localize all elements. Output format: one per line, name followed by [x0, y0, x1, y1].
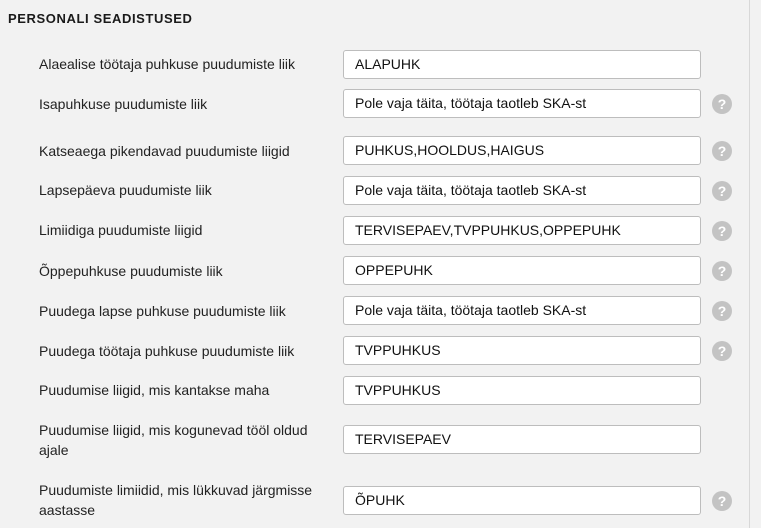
- help-icon[interactable]: ?: [712, 181, 732, 201]
- section-title: PERSONALI SEADISTUSED: [8, 11, 193, 26]
- help-icon[interactable]: ?: [712, 341, 732, 361]
- setting-label: Puudumiste limiidid, mis lükkuvad järgmi…: [39, 482, 313, 518]
- setting-label: Puudega lapse puhkuse puudumiste liik: [39, 303, 286, 319]
- settings-panel: PERSONALI SEADISTUSED Alaealise töötaja …: [0, 0, 745, 528]
- panel-divider: [749, 0, 750, 528]
- setting-input[interactable]: OPPEPUHK: [343, 256, 701, 285]
- setting-input[interactable]: PUHKUS,HOOLDUS,HAIGUS: [343, 136, 701, 165]
- help-icon[interactable]: ?: [712, 301, 732, 321]
- setting-label: Isapuhkuse puudumiste liik: [39, 96, 208, 112]
- setting-input[interactable]: Pole vaja täita, töötaja taotleb SKA-st: [343, 89, 701, 118]
- setting-label: Katseaega pikendavad puudumiste liigid: [39, 143, 290, 159]
- setting-input[interactable]: TVPPUHKUS: [343, 336, 701, 365]
- help-icon[interactable]: ?: [712, 221, 732, 241]
- setting-label: Puudumise liigid, mis kantakse maha: [39, 382, 270, 398]
- help-icon[interactable]: ?: [712, 261, 732, 281]
- setting-input[interactable]: Pole vaja täita, töötaja taotleb SKA-st: [343, 296, 701, 325]
- setting-input[interactable]: Pole vaja täita, töötaja taotleb SKA-st: [343, 176, 701, 205]
- setting-label: Limiidiga puudumiste liigid: [39, 222, 203, 238]
- help-icon[interactable]: ?: [712, 491, 732, 511]
- setting-input[interactable]: TERVISEPAEV,TVPPUHKUS,OPPEPUHK: [343, 216, 701, 245]
- help-icon[interactable]: ?: [712, 141, 732, 161]
- setting-input[interactable]: TVPPUHKUS: [343, 376, 701, 405]
- setting-input[interactable]: TERVISEPAEV: [343, 425, 701, 454]
- setting-label: Õppepuhkuse puudumiste liik: [39, 263, 223, 279]
- help-icon[interactable]: ?: [712, 94, 732, 114]
- setting-label: Lapsepäeva puudumiste liik: [39, 182, 212, 198]
- setting-input[interactable]: ALAPUHK: [343, 50, 701, 79]
- setting-label: Puudega töötaja puhkuse puudumiste liik: [39, 343, 295, 359]
- setting-label: Alaealise töötaja puhkuse puudumiste lii…: [39, 56, 296, 72]
- setting-input[interactable]: ÕPUHK: [343, 486, 701, 515]
- setting-label: Puudumise liigid, mis kogunevad tööl old…: [39, 422, 308, 458]
